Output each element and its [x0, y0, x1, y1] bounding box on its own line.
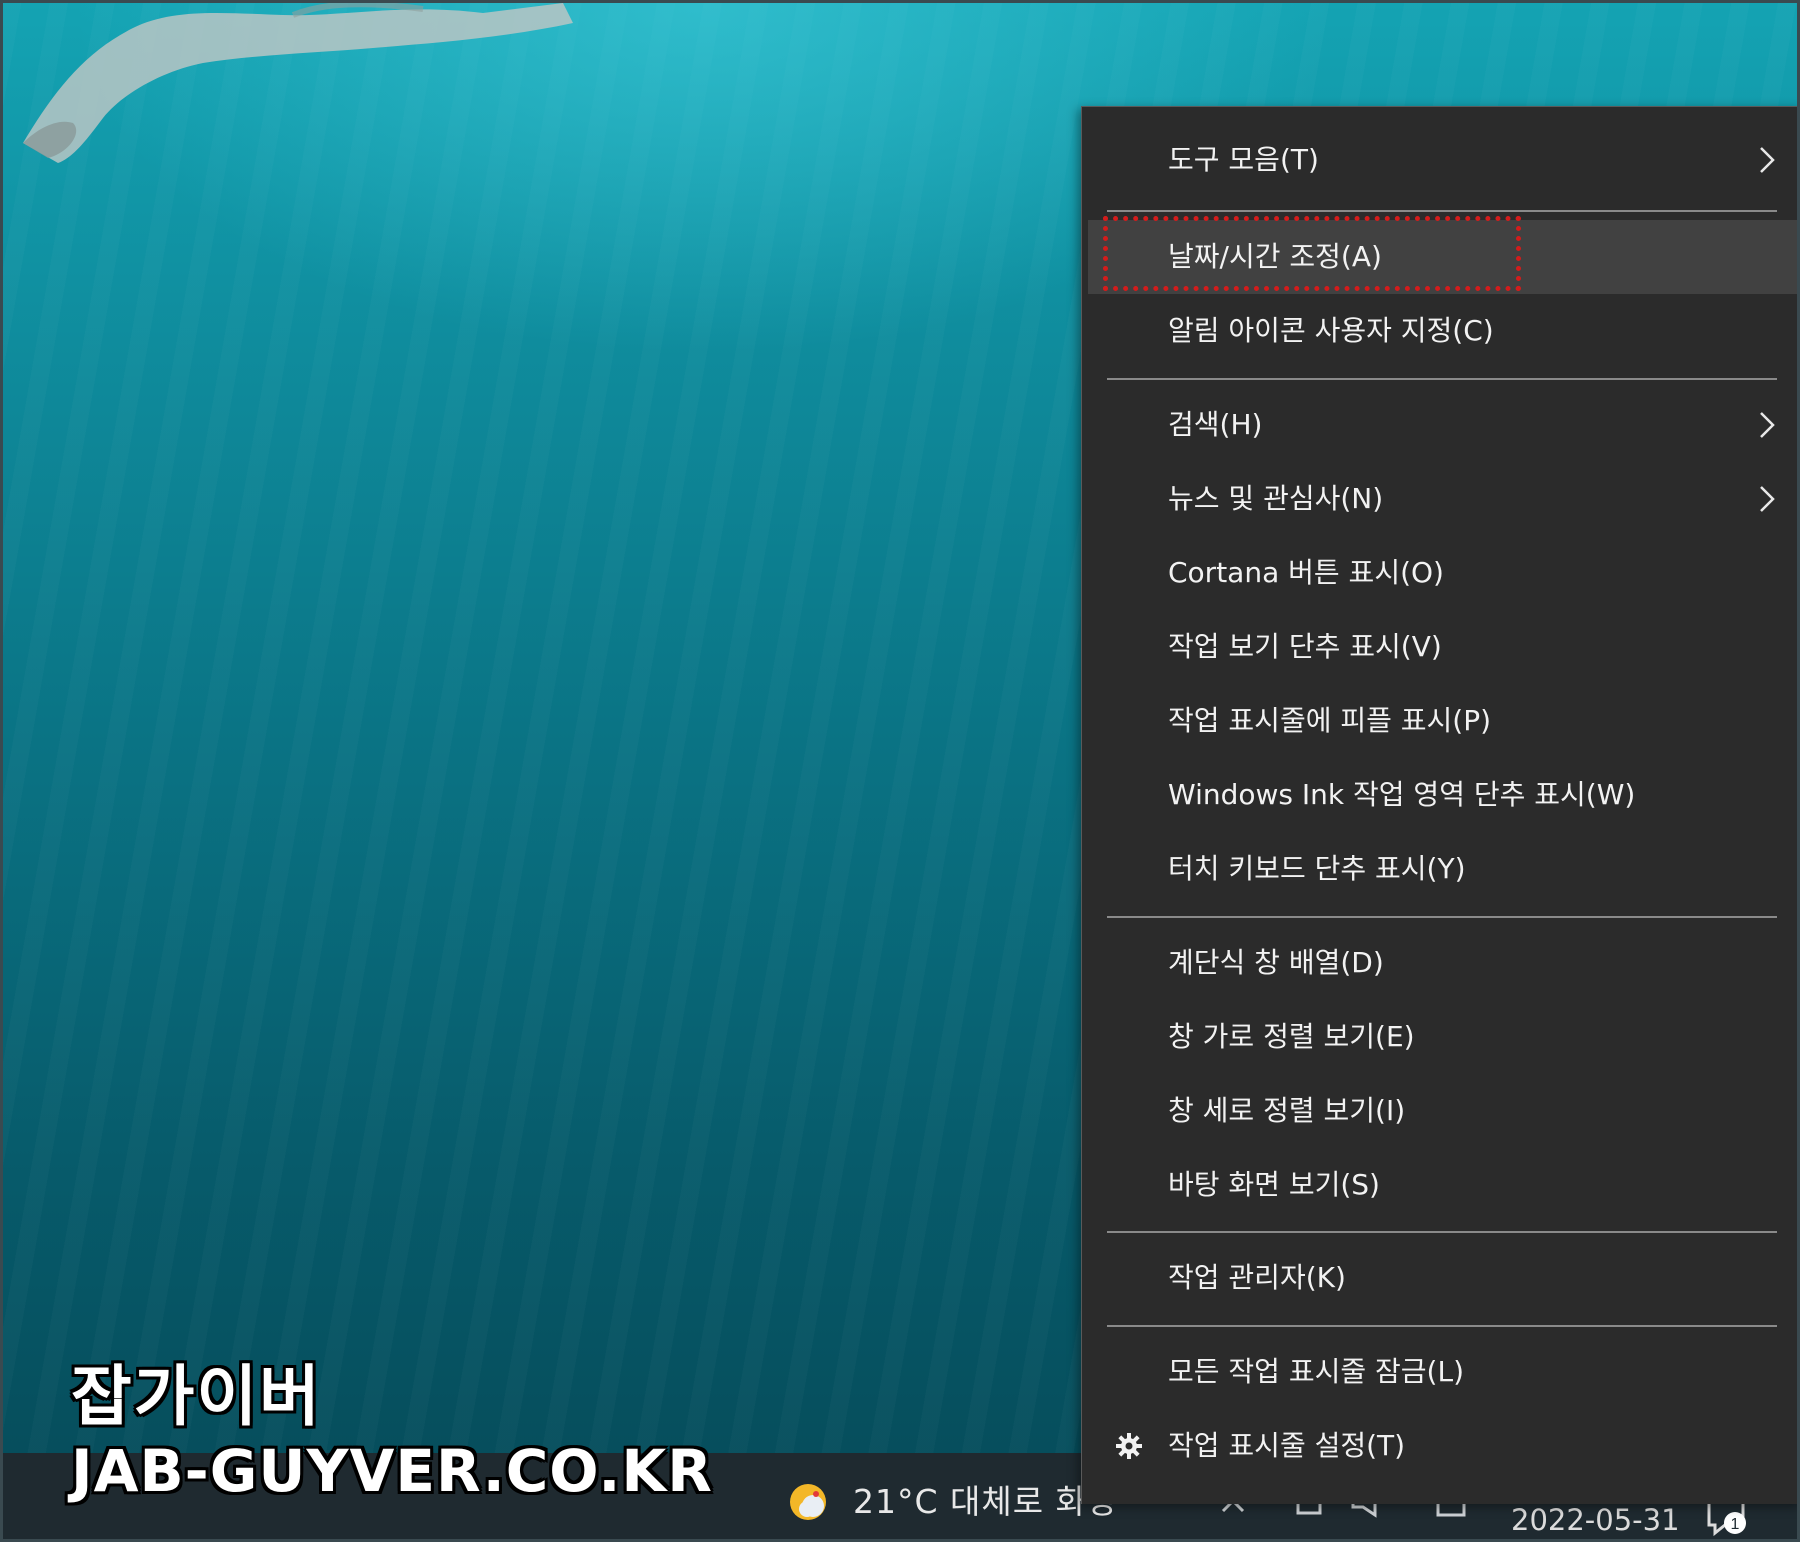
chevron-right-icon: [1760, 147, 1775, 173]
taskbar-date[interactable]: 2022-05-31: [1511, 1503, 1680, 1537]
menu-item-label: 도구 모음(T): [1168, 143, 1319, 176]
menu-item-label: Windows Ink 작업 영역 단추 표시(W): [1168, 778, 1636, 811]
menu-item-label: 뉴스 및 관심사(N): [1168, 482, 1384, 515]
menu-item-label: 모든 작업 표시줄 잠금(L): [1168, 1355, 1464, 1388]
menu-item-label: 알림 아이콘 사용자 지정(C): [1168, 314, 1494, 347]
menu-item-label: 창 가로 정렬 보기(E): [1168, 1020, 1415, 1053]
menu-item-label: 바탕 화면 보기(S): [1168, 1168, 1380, 1201]
menu-item-show-people[interactable]: 작업 표시줄에 피플 표시(P): [1088, 684, 1797, 758]
menu-item-show-touch-keyboard[interactable]: 터치 키보드 단추 표시(Y): [1088, 832, 1797, 906]
chevron-right-icon: [1760, 486, 1775, 512]
menu-item-customize-notification-icons[interactable]: 알림 아이콘 사용자 지정(C): [1088, 294, 1797, 368]
menu-separator: [1107, 378, 1777, 380]
menu-item-show-windows-ink[interactable]: Windows Ink 작업 영역 단추 표시(W): [1088, 758, 1797, 832]
menu-item-show-task-view[interactable]: 작업 보기 단추 표시(V): [1088, 610, 1797, 684]
menu-item-toolbars[interactable]: 도구 모음(T): [1088, 123, 1797, 197]
svg-text:1: 1: [1731, 1516, 1740, 1533]
menu-item-lock-taskbars[interactable]: 모든 작업 표시줄 잠금(L): [1088, 1335, 1797, 1409]
menu-item-stack-windows[interactable]: 창 가로 정렬 보기(E): [1088, 1000, 1797, 1074]
highlight-annotation-box: [1103, 216, 1521, 291]
menu-item-side-by-side-windows[interactable]: 창 세로 정렬 보기(I): [1088, 1074, 1797, 1148]
chevron-right-icon: [1760, 412, 1775, 438]
menu-separator: [1107, 1231, 1777, 1233]
menu-item-task-manager[interactable]: 작업 관리자(K): [1088, 1241, 1797, 1315]
menu-item-label: 창 세로 정렬 보기(I): [1168, 1094, 1406, 1127]
screenshot-frame: 21°C 대체로 화창 2022-05-31 1 잡가이버 JAB-GUYVER…: [0, 0, 1800, 1542]
menu-item-show-cortana[interactable]: Cortana 버튼 표시(O): [1088, 536, 1797, 610]
menu-item-show-desktop[interactable]: 바탕 화면 보기(S): [1088, 1148, 1797, 1222]
menu-item-taskbar-settings[interactable]: 작업 표시줄 설정(T): [1088, 1409, 1797, 1483]
menu-item-cascade-windows[interactable]: 계단식 창 배열(D): [1088, 926, 1797, 1000]
menu-item-label: 작업 표시줄에 피플 표시(P): [1168, 704, 1492, 737]
menu-item-label: 작업 표시줄 설정(T): [1168, 1429, 1406, 1462]
menu-separator: [1107, 210, 1777, 212]
watermark-url: JAB-GUYVER.CO.KR: [71, 1437, 713, 1505]
menu-item-label: 검색(H): [1168, 408, 1263, 441]
swimmer-silhouette: [23, 3, 573, 163]
weather-sunny-icon[interactable]: [785, 1479, 831, 1525]
taskbar-context-menu: 도구 모음(T) 날짜/시간 조정(A) 알림 아이콘 사용자 지정(C) 검색…: [1081, 106, 1797, 1504]
menu-item-label: Cortana 버튼 표시(O): [1168, 556, 1444, 589]
gear-icon: [1116, 1433, 1142, 1459]
watermark-title: 잡가이버: [71, 1358, 322, 1435]
menu-separator: [1107, 916, 1777, 918]
menu-item-label: 작업 관리자(K): [1168, 1261, 1346, 1294]
menu-item-label: 터치 키보드 단추 표시(Y): [1168, 852, 1466, 885]
menu-item-search[interactable]: 검색(H): [1088, 388, 1797, 462]
menu-item-label: 작업 보기 단추 표시(V): [1168, 630, 1442, 663]
menu-item-label: 계단식 창 배열(D): [1168, 946, 1384, 979]
menu-item-news-interests[interactable]: 뉴스 및 관심사(N): [1088, 462, 1797, 536]
menu-separator: [1107, 1325, 1777, 1327]
weather-text[interactable]: 21°C 대체로 화창: [853, 1475, 1118, 1523]
